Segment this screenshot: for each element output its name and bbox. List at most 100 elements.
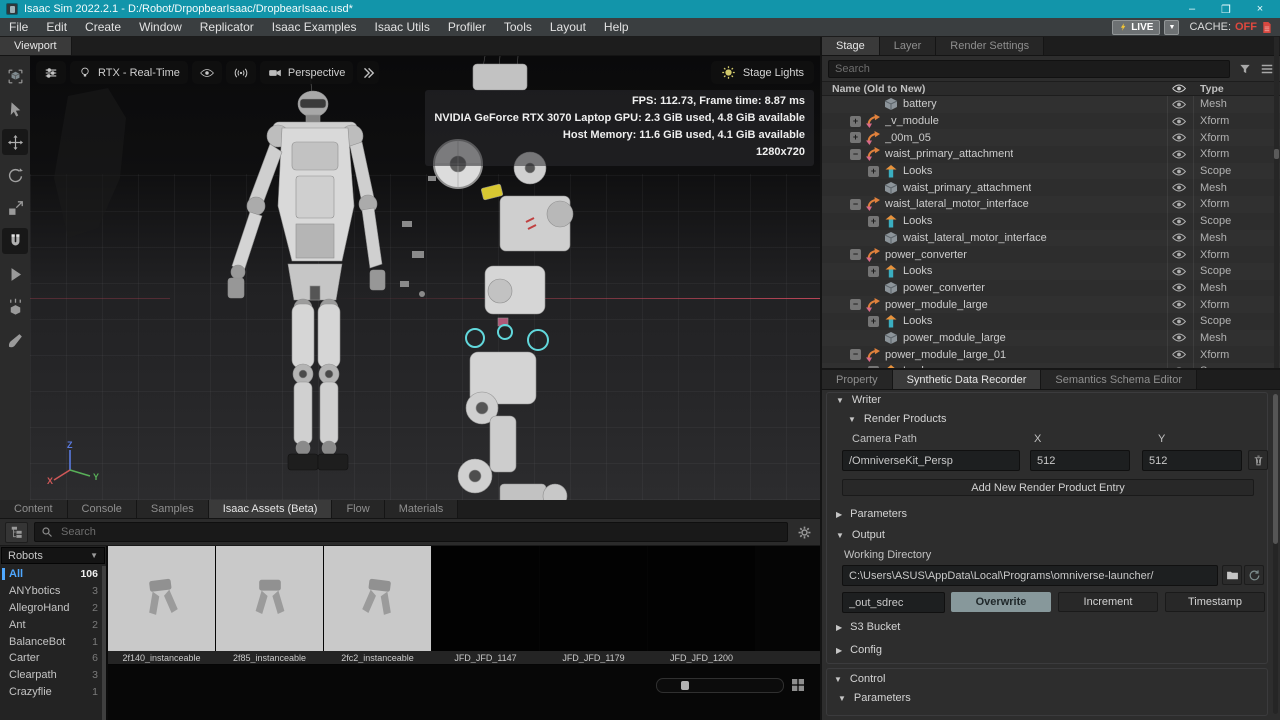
stage-tree-row[interactable]: −power_converterXform <box>822 246 1280 263</box>
audio-capture-button[interactable] <box>226 61 256 84</box>
refresh-button[interactable] <box>1244 565 1264 585</box>
expander-icon[interactable]: − <box>850 199 861 210</box>
stage-lights-button[interactable]: Stage Lights <box>711 61 814 84</box>
expander-icon[interactable]: + <box>868 166 879 177</box>
section-parameters[interactable]: ▶Parameters <box>836 508 907 520</box>
column-type-header[interactable]: Type <box>1192 83 1280 95</box>
menu-item-replicator[interactable]: Replicator <box>191 18 263 37</box>
working-directory-input[interactable] <box>842 565 1218 586</box>
grid-view-button[interactable] <box>790 677 806 693</box>
cache-doc-icon[interactable] <box>1261 21 1272 34</box>
viewport-3d-scene[interactable]: RTX - Real-Time Perspective Stage <box>30 56 820 500</box>
filter-funnel-icon[interactable] <box>1237 61 1252 76</box>
menu-item-help[interactable]: Help <box>595 18 638 37</box>
eye-visibility-icon[interactable] <box>1166 300 1192 309</box>
live-sync-button[interactable]: LIVE <box>1112 20 1160 35</box>
tab-flow[interactable]: Flow <box>332 500 384 518</box>
stage-search-input[interactable] <box>828 60 1230 78</box>
expander-icon[interactable]: − <box>850 149 861 160</box>
eye-visibility-icon[interactable] <box>1166 317 1192 326</box>
tab-semantics-schema-editor[interactable]: Semantics Schema Editor <box>1041 370 1197 389</box>
browse-folder-button[interactable] <box>1222 565 1242 585</box>
tab-isaac-assets-beta[interactable]: Isaac Assets (Beta) <box>209 500 333 518</box>
thumbnail-size-slider[interactable] <box>656 678 784 693</box>
stage-tree-header[interactable]: Name (Old to New) Type <box>822 81 1280 96</box>
expander-icon[interactable]: + <box>868 266 879 277</box>
eye-visibility-icon[interactable] <box>1166 150 1192 159</box>
stage-tree-row[interactable]: −waist_lateral_motor_interfaceXform <box>822 196 1280 213</box>
category-crazyflie[interactable]: Crazyflie1 <box>0 684 106 701</box>
category-scrollbar[interactable] <box>102 566 106 720</box>
menu-item-file[interactable]: File <box>0 18 37 37</box>
tab-samples[interactable]: Samples <box>137 500 209 518</box>
category-allegrohand[interactable]: AllegroHand2 <box>0 600 106 617</box>
menu-item-create[interactable]: Create <box>76 18 130 37</box>
camera-path-input[interactable] <box>842 450 1020 471</box>
menu-item-window[interactable]: Window <box>130 18 191 37</box>
eye-visibility-icon[interactable] <box>1166 333 1192 342</box>
eye-visibility-icon[interactable] <box>1166 217 1192 226</box>
stage-tree-row[interactable]: +power_converterMesh <box>822 280 1280 297</box>
eye-visibility-icon[interactable] <box>1166 117 1192 126</box>
section-config[interactable]: ▶Config <box>836 644 882 656</box>
add-render-product-button[interactable]: Add New Render Product Entry <box>842 479 1254 496</box>
category-carter[interactable]: Carter6 <box>0 650 106 667</box>
visibility-button[interactable] <box>192 61 222 84</box>
expander-icon[interactable]: + <box>868 316 879 327</box>
delete-render-product-button[interactable] <box>1248 450 1268 470</box>
section-writer[interactable]: ▼Writer <box>836 394 881 406</box>
inspector-scrollbar[interactable] <box>1273 394 1278 714</box>
close-button[interactable]: × <box>1246 0 1274 18</box>
menu-item-isaac-utils[interactable]: Isaac Utils <box>365 18 438 37</box>
tab-materials[interactable]: Materials <box>385 500 459 518</box>
eye-visibility-icon[interactable] <box>1166 250 1192 259</box>
stage-scrollbar[interactable] <box>1274 37 1279 368</box>
category-filter-dropdown[interactable]: Robots ▼ <box>1 547 105 564</box>
category-clearpath[interactable]: Clearpath3 <box>0 667 106 684</box>
asset-thumbnail-jfd-jfd-1179[interactable] <box>540 546 647 651</box>
section-output[interactable]: ▼Output <box>836 529 885 541</box>
category-anybotics[interactable]: ANYbotics3 <box>0 583 106 600</box>
menu-item-tools[interactable]: Tools <box>495 18 541 37</box>
options-menu-icon[interactable] <box>1259 61 1274 76</box>
slider-handle[interactable] <box>681 681 689 690</box>
stage-tree-row[interactable]: −power_module_largeXform <box>822 296 1280 313</box>
asset-thumbnail-jfd-jfd-1200[interactable] <box>648 546 755 651</box>
stage-tree-row[interactable]: −waist_primary_attachmentXform <box>822 146 1280 163</box>
tab-synthetic-data-recorder[interactable]: Synthetic Data Recorder <box>893 370 1042 389</box>
stage-tree-row[interactable]: +_v_moduleXform <box>822 113 1280 130</box>
expander-icon[interactable]: + <box>850 116 861 127</box>
stage-tree-row[interactable]: +LooksScope <box>822 263 1280 280</box>
eye-visibility-icon[interactable] <box>1166 183 1192 192</box>
stage-tree-row[interactable]: +_00m_05Xform <box>822 129 1280 146</box>
stage-tree-row[interactable]: +LooksScope <box>822 313 1280 330</box>
eye-visibility-icon[interactable] <box>1166 233 1192 242</box>
stage-tree-row[interactable]: +LooksScope <box>822 163 1280 180</box>
mode-button-increment[interactable]: Increment <box>1058 592 1158 612</box>
category-balancebot[interactable]: BalanceBot1 <box>0 633 106 650</box>
physics-drop-icon[interactable] <box>2 294 28 320</box>
content-search-input[interactable] <box>34 522 788 542</box>
tab-layer[interactable]: Layer <box>880 37 937 55</box>
eye-visibility-icon[interactable] <box>1166 283 1192 292</box>
x-resolution-input[interactable] <box>1030 450 1130 471</box>
camera-selector[interactable]: Perspective <box>260 61 353 84</box>
stage-tree-row[interactable]: +waist_lateral_motor_interfaceMesh <box>822 230 1280 247</box>
asset-thumbnail-2f140-instanceable[interactable] <box>108 546 215 651</box>
stage-tree-row[interactable]: +LooksScope <box>822 213 1280 230</box>
column-name-header[interactable]: Name (Old to New) <box>822 83 1166 95</box>
tree-view-toggle-button[interactable] <box>5 522 28 543</box>
eye-visibility-icon[interactable] <box>1166 350 1192 359</box>
stage-tree-row[interactable]: +power_module_largeMesh <box>822 330 1280 347</box>
section-control-parameters[interactable]: ▼Parameters <box>838 692 911 704</box>
content-settings-button[interactable] <box>794 522 815 543</box>
expander-icon[interactable]: − <box>850 249 861 260</box>
menu-item-isaac-examples[interactable]: Isaac Examples <box>263 18 366 37</box>
mode-button-timestamp[interactable]: Timestamp <box>1165 592 1265 612</box>
select-mode-icon[interactable] <box>2 63 28 89</box>
tab-content[interactable]: Content <box>0 500 68 518</box>
maximize-button[interactable]: ❐ <box>1212 0 1240 18</box>
tab-stage[interactable]: Stage <box>822 37 880 55</box>
mode-button-overwrite[interactable]: Overwrite <box>951 592 1051 612</box>
expander-icon[interactable]: − <box>850 349 861 360</box>
